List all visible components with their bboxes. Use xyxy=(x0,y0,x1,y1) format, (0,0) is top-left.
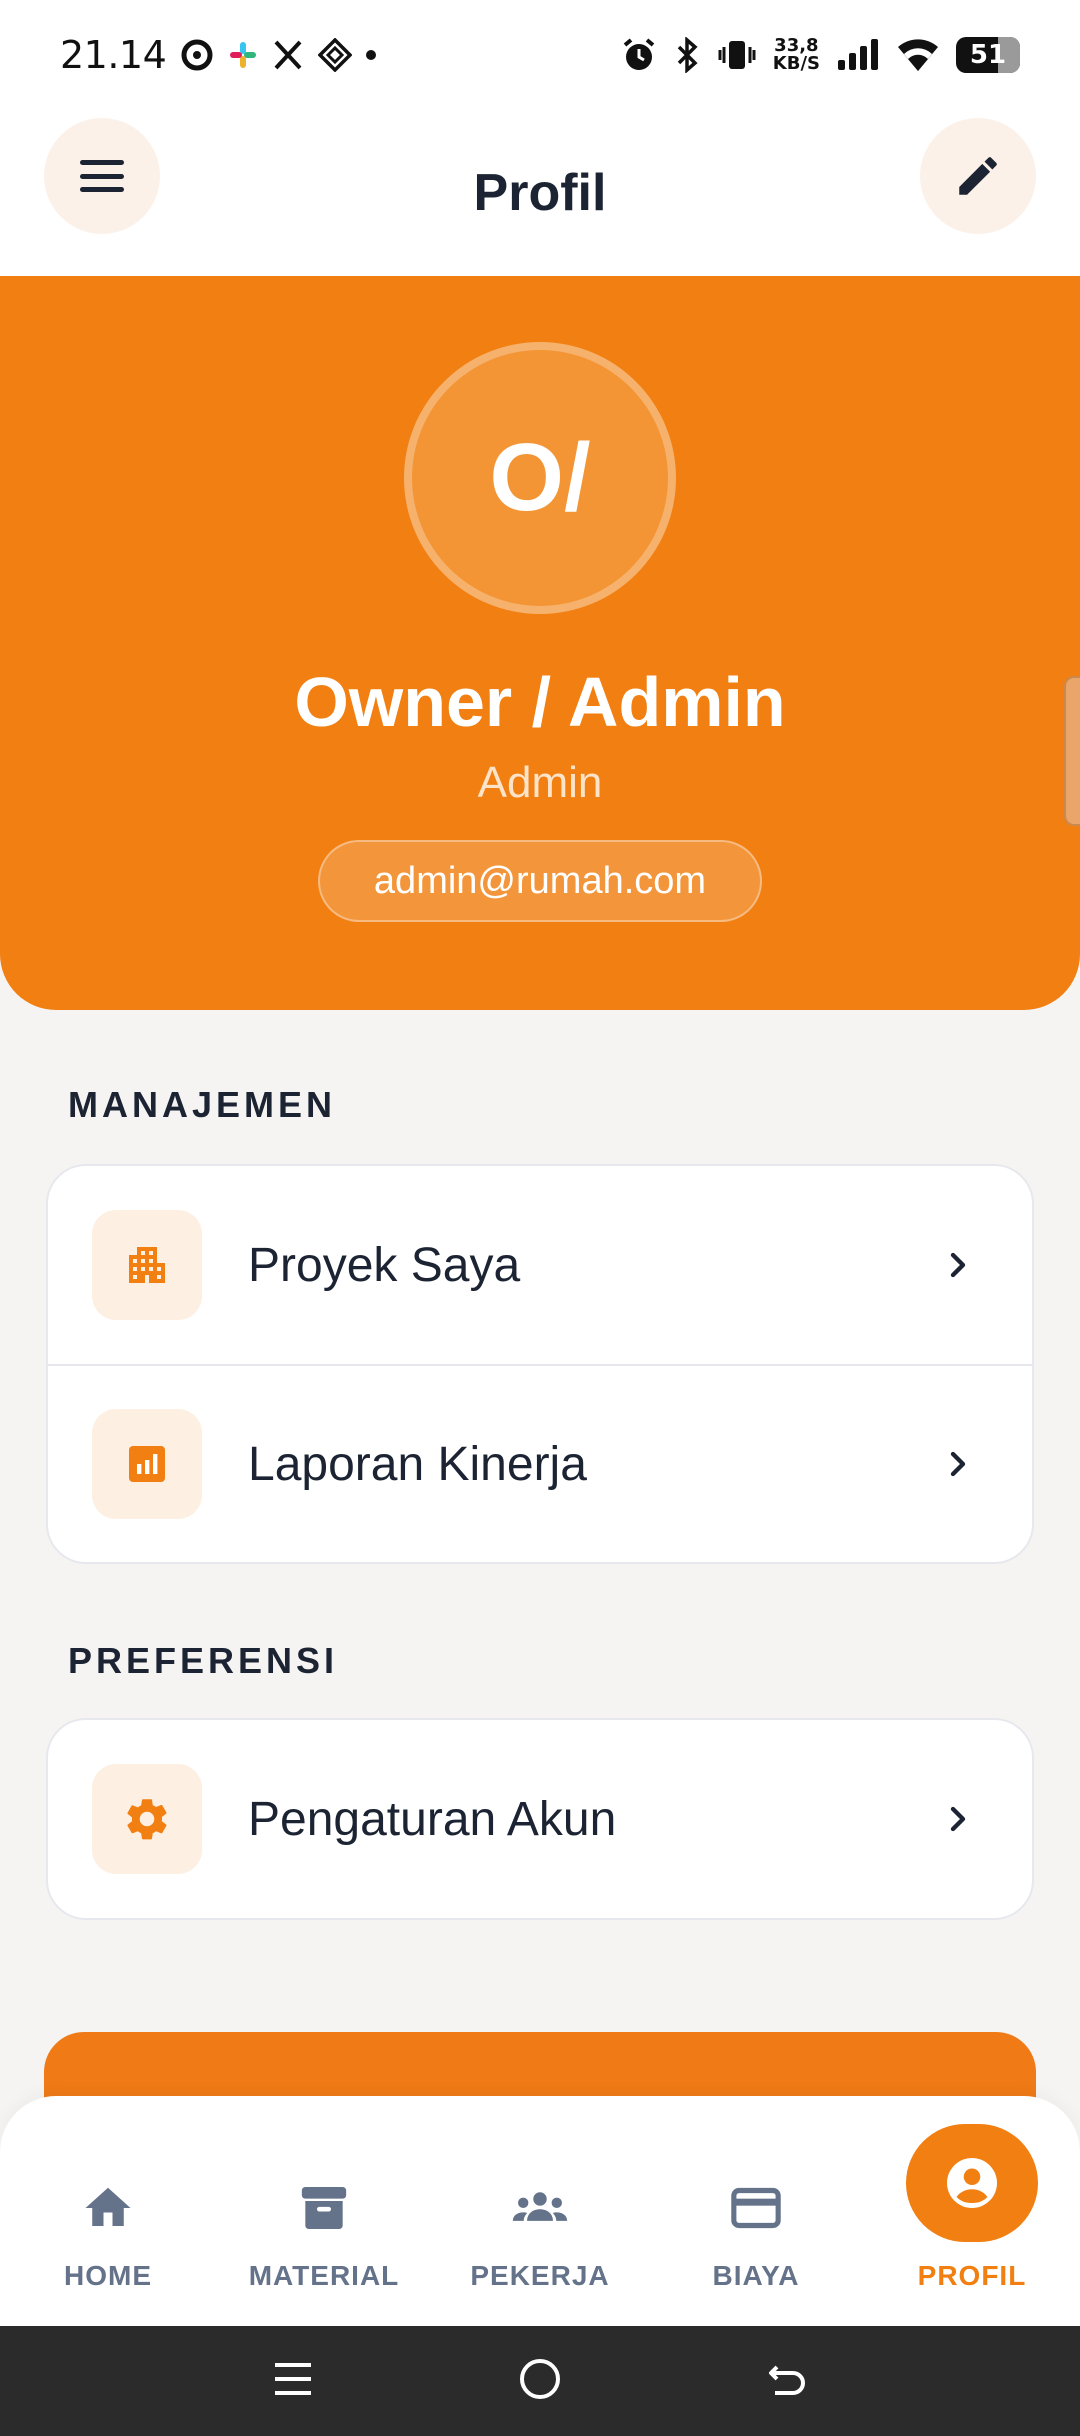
notification-app-icon xyxy=(181,39,213,71)
nav-home[interactable]: HOME xyxy=(0,2096,216,2326)
bottom-navigation: HOME MATERIAL PEKERJA BIAYA PROFIL xyxy=(0,2096,1080,2326)
alarm-icon xyxy=(623,38,655,70)
diamond-app-icon xyxy=(318,38,353,72)
section-title-preferences: PREFERENSI xyxy=(68,1640,339,1681)
chevron-right-icon xyxy=(928,1235,988,1295)
menu-item-laporan-kinerja[interactable]: Laporan Kinerja xyxy=(48,1364,1032,1562)
recents-icon xyxy=(275,2362,311,2395)
x-icon xyxy=(274,40,302,70)
top-app-bar: Profil xyxy=(0,110,1080,276)
menu-item-proyek-saya[interactable]: Proyek Saya xyxy=(48,1166,1032,1364)
home-circle-icon xyxy=(520,2358,560,2399)
nav-biaya[interactable]: BIAYA xyxy=(648,2096,864,2326)
status-right: 33,8 KB/S 51 xyxy=(621,37,1020,73)
nav-profil[interactable]: PROFIL xyxy=(864,2096,1080,2326)
edge-panel-handle[interactable] xyxy=(1064,676,1080,826)
preferences-card: Pengaturan Akun xyxy=(46,1718,1034,1920)
edit-profile-button[interactable] xyxy=(920,118,1036,234)
avatar[interactable]: O/ xyxy=(404,342,676,614)
back-button[interactable] xyxy=(765,2357,809,2406)
vibrate-icon xyxy=(718,41,756,69)
profile-header: O/ Owner / Admin Admin admin@rumah.com xyxy=(0,276,1080,1010)
nav-label: PROFIL xyxy=(917,2260,1027,2291)
status-time: 21.14 xyxy=(60,33,167,77)
chevron-right-icon xyxy=(928,1434,988,1494)
battery-level: 51 xyxy=(969,40,1007,70)
net-speed-unit: KB/S xyxy=(772,53,820,74)
chevron-right-icon xyxy=(928,1789,988,1849)
system-navigation-bar xyxy=(0,2326,1080,2436)
gear-icon xyxy=(92,1764,202,1874)
nav-material[interactable]: MATERIAL xyxy=(216,2096,432,2326)
recents-button[interactable] xyxy=(271,2357,315,2406)
more-notifications-dot xyxy=(366,50,377,60)
menu-item-pengaturan-akun[interactable]: Pengaturan Akun xyxy=(48,1720,1032,1918)
nav-label: PEKERJA xyxy=(470,2260,610,2291)
nav-active-indicator xyxy=(906,2124,1038,2242)
menu-item-label: Pengaturan Akun xyxy=(248,1792,617,1846)
bar-chart-icon xyxy=(92,1409,202,1519)
pencil-icon xyxy=(959,157,997,195)
profile-name: Owner / Admin xyxy=(294,663,786,741)
net-speed: 33,8 KB/S xyxy=(773,37,820,73)
wifi-icon xyxy=(898,39,938,71)
page-title: Profil xyxy=(473,164,607,222)
status-left: 21.14 xyxy=(60,33,377,77)
menu-button[interactable] xyxy=(44,118,160,234)
back-icon xyxy=(769,2365,805,2395)
menu-item-label: Laporan Kinerja xyxy=(248,1437,587,1491)
account-circle-icon xyxy=(947,2158,997,2208)
signal-icon xyxy=(838,39,878,70)
nav-pekerja[interactable]: PEKERJA xyxy=(432,2096,648,2326)
home-system-button[interactable] xyxy=(517,2356,563,2407)
battery-indicator: 51 xyxy=(956,37,1020,73)
building-icon xyxy=(92,1210,202,1320)
archive-box-icon xyxy=(296,2178,352,2238)
nav-label: BIAYA xyxy=(712,2260,800,2291)
home-icon xyxy=(81,2178,135,2238)
menu-item-label: Proyek Saya xyxy=(248,1238,521,1292)
status-bar: 21.14 33,8 KB/S 51 xyxy=(0,0,1080,110)
profile-role: Admin xyxy=(477,758,603,807)
nav-label: HOME xyxy=(64,2260,152,2291)
email-badge: admin@rumah.com xyxy=(318,840,762,922)
credit-card-icon xyxy=(728,2178,784,2238)
hamburger-icon xyxy=(80,160,124,192)
bluetooth-icon xyxy=(677,37,698,73)
section-title-management: MANAJEMEN xyxy=(68,1084,337,1125)
nav-label: MATERIAL xyxy=(248,2260,400,2291)
slack-icon xyxy=(230,42,257,68)
management-card: Proyek Saya Laporan Kinerja xyxy=(46,1164,1034,1564)
group-icon xyxy=(509,2178,571,2238)
